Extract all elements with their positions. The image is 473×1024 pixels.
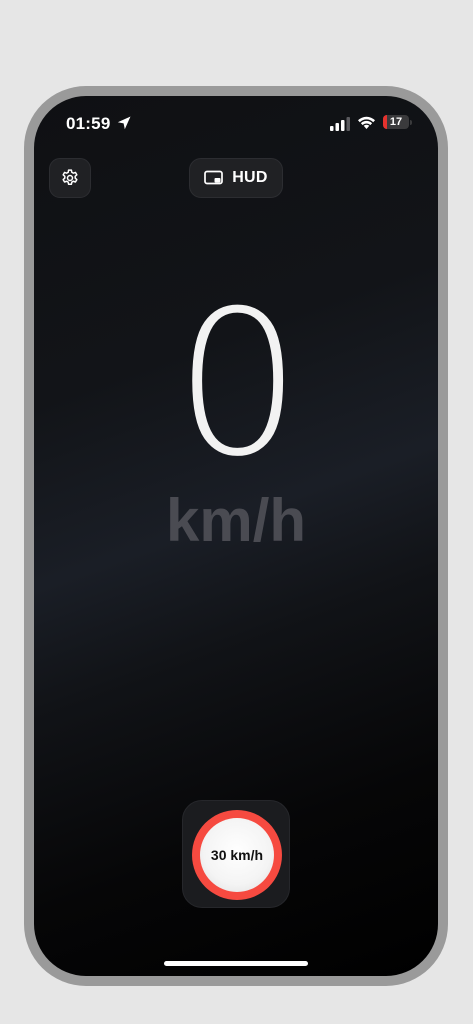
home-indicator[interactable] [164, 961, 308, 966]
hud-button-label: HUD [232, 169, 268, 186]
settings-button[interactable] [49, 158, 91, 198]
battery-icon: 17 [383, 115, 409, 129]
gear-icon [62, 169, 78, 185]
speed-limit-sign: 30 km/h [192, 810, 282, 900]
battery-percentage: 17 [389, 116, 403, 128]
speed-unit: km/h [165, 487, 307, 554]
hud-display-icon [204, 170, 224, 185]
status-time: 01:59 [66, 114, 111, 133]
battery-cap [410, 120, 412, 125]
status-bar: 01:59 17 [34, 110, 438, 138]
current-speed: 0 [174, 268, 301, 501]
phone-frame: 01:59 17 HUD 0 km/h 30 km/h [24, 86, 448, 986]
speed-limit-button[interactable]: 30 km/h [182, 800, 290, 908]
speed-limit-label: 30 km/h [210, 847, 264, 863]
app-screen: 01:59 17 HUD 0 km/h 30 km/h [34, 96, 438, 976]
wifi-icon [358, 116, 375, 129]
location-arrow-icon [117, 116, 131, 130]
cellular-signal-icon [330, 117, 350, 131]
hud-mode-button[interactable]: HUD [189, 158, 283, 198]
speed-limit-sign-face: 30 km/h [200, 818, 274, 892]
